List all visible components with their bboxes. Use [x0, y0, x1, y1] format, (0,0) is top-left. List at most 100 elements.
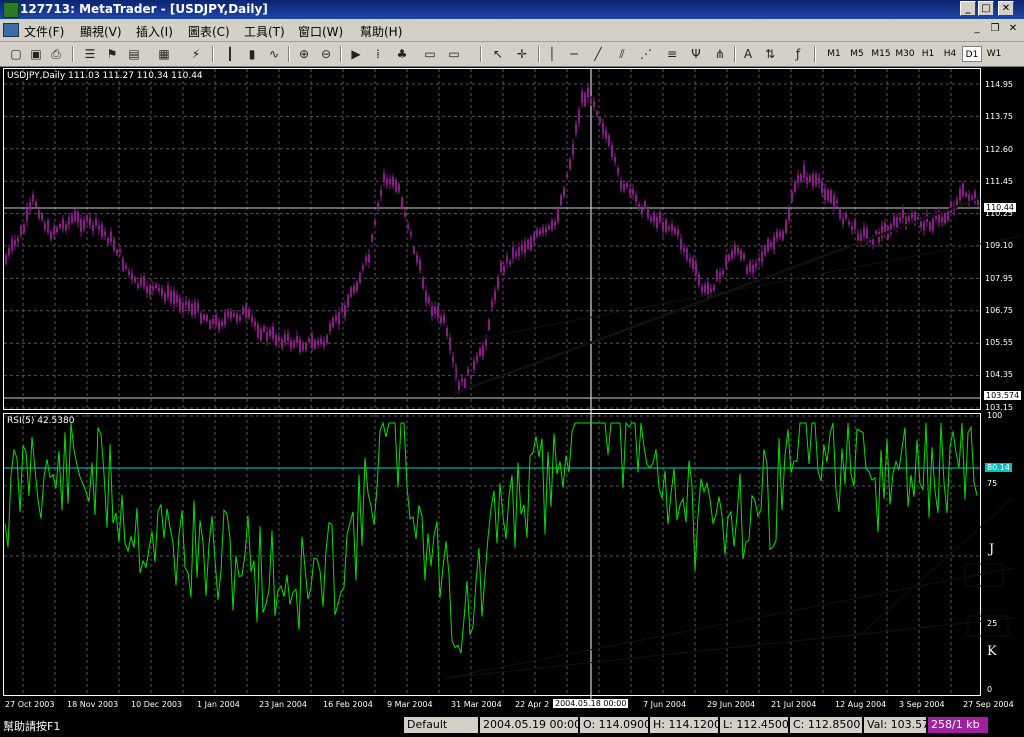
crosshair-icon[interactable]: ✛ — [514, 46, 530, 62]
maximize-button[interactable]: □ — [978, 1, 994, 16]
print-icon[interactable]: ⎙ — [48, 46, 64, 62]
navigator-icon[interactable]: ⚑ — [104, 46, 120, 62]
menu-window[interactable]: 窗口(W) — [298, 23, 343, 40]
window-title: 127713: MetaTrader - [USDJPY,Daily] — [20, 2, 268, 16]
timeframe-h4[interactable]: H4 — [940, 46, 960, 62]
candle-body — [500, 262, 502, 272]
indicators-icon[interactable]: ♣ — [394, 46, 410, 62]
vertical-line-icon[interactable]: │ — [544, 46, 560, 62]
market-watch-icon[interactable]: ☰ — [82, 46, 98, 62]
candle-body — [92, 225, 94, 231]
chart-shift-icon[interactable]: ⁞ — [370, 46, 386, 62]
candle-body — [611, 145, 613, 157]
chart-canvas[interactable] — [3, 68, 1021, 714]
date-tick: 18 Nov 2003 — [67, 700, 119, 709]
candle-body — [11, 238, 13, 251]
candle-body — [794, 181, 796, 192]
candle-body — [56, 227, 58, 232]
chart-window[interactable]: USDJPY,Daily 111.03 111.27 110.34 110.44… — [3, 68, 1022, 714]
menu-tools[interactable]: 工具(T) — [244, 23, 285, 40]
cursor-icon[interactable]: ↖ — [490, 46, 506, 62]
price-tick: 113.75 — [985, 112, 1013, 121]
candle-body — [494, 291, 496, 300]
candle-body — [221, 321, 223, 327]
minimize-button[interactable]: _ — [960, 1, 976, 16]
candle-body — [23, 224, 25, 233]
document-icon[interactable] — [3, 23, 19, 37]
timeframe-m5[interactable]: M5 — [846, 46, 868, 62]
annotation-box-j — [964, 563, 1004, 587]
candle-body — [635, 195, 637, 203]
expert-advisors-icon[interactable]: ⚡ — [188, 46, 204, 62]
candle-body — [158, 287, 160, 292]
candle-body — [251, 316, 253, 323]
timeframe-m15[interactable]: M15 — [870, 46, 892, 62]
menu-charts[interactable]: 圖表(C) — [188, 23, 230, 40]
gann-fan-icon[interactable]: ⋰ — [638, 46, 654, 62]
date-tick: 7 Jun 2004 — [643, 700, 687, 709]
templates-icon[interactable]: ▭ — [446, 46, 462, 62]
menu-view[interactable]: 顯視(V) — [80, 23, 122, 40]
timeframe-h1[interactable]: H1 — [918, 46, 938, 62]
candlestick-icon[interactable]: ▮ — [244, 46, 260, 62]
candle-body — [356, 282, 358, 291]
new-chart-icon[interactable]: ▢ — [8, 46, 24, 62]
text-icon[interactable]: A — [740, 46, 756, 62]
close-button[interactable]: ✕ — [998, 1, 1014, 16]
date-tick: 21 Jul 2004 — [771, 700, 817, 709]
price-pane-frame — [3, 68, 981, 410]
candle-body — [71, 215, 73, 223]
price-tick: 104.35 — [985, 370, 1013, 379]
candle-body — [623, 184, 625, 191]
candle-body — [548, 225, 550, 230]
candle-body — [434, 306, 436, 314]
line-chart-icon[interactable]: ∿ — [266, 46, 282, 62]
zoom-out-icon[interactable]: ⊖ — [318, 46, 334, 62]
terminal-icon[interactable]: ▤ — [126, 46, 142, 62]
annotation-j: J — [989, 542, 995, 557]
candle-body — [911, 214, 913, 218]
candle-body — [350, 287, 352, 297]
zoom-in-icon[interactable]: ⊕ — [296, 46, 312, 62]
candle-body — [206, 314, 208, 322]
timeframe-m30[interactable]: M30 — [894, 46, 916, 62]
trendline-icon[interactable]: ╱ — [590, 46, 606, 62]
candle-body — [680, 238, 682, 250]
periods-icon[interactable]: ▭ — [422, 46, 438, 62]
arrows-icon[interactable]: ⇅ — [762, 46, 778, 62]
menu-insert[interactable]: 插入(I) — [136, 23, 173, 40]
candle-body — [341, 306, 343, 310]
candle-body — [308, 338, 310, 343]
mdi-close-button[interactable]: ✕ — [1006, 23, 1020, 36]
fibonacci-icon[interactable]: ≡ — [664, 46, 680, 62]
tester-icon[interactable]: ▦ — [156, 46, 172, 62]
autoscroll-icon[interactable]: ▶ — [348, 46, 364, 62]
timeframe-m1[interactable]: M1 — [824, 46, 844, 62]
fibonacci-fan-icon[interactable]: ⋔ — [712, 46, 728, 62]
mdi-minimize-button[interactable]: _ — [970, 23, 984, 36]
candle-body — [422, 277, 424, 289]
profile-cell[interactable]: Default — [404, 717, 478, 733]
save-icon[interactable]: ▣ — [28, 46, 44, 62]
candle-body — [830, 189, 832, 203]
function-icon[interactable]: ƒ — [790, 46, 806, 62]
timeframe-w1[interactable]: W1 — [984, 46, 1004, 62]
channel-icon[interactable]: ⫽ — [614, 46, 630, 62]
candle-body — [239, 316, 241, 321]
andrews-pitchfork-icon[interactable]: Ψ — [688, 46, 704, 62]
candle-body — [77, 211, 79, 223]
date-tick: 9 Mar 2004 — [387, 700, 433, 709]
rsi-trendline-upper — [860, 497, 1014, 635]
bar-chart-icon[interactable]: ┃ — [222, 46, 238, 62]
candle-body — [371, 234, 373, 242]
candle-body — [707, 282, 709, 295]
menu-file[interactable]: 文件(F) — [24, 23, 64, 40]
mdi-restore-button[interactable]: ❐ — [988, 23, 1002, 36]
candle-body — [452, 356, 454, 363]
crosshair-date-tag: 2004.05.18 00:00 — [553, 699, 629, 708]
candle-body — [140, 277, 142, 286]
menu-help[interactable]: 幫助(H) — [360, 23, 402, 40]
candle-body — [368, 254, 370, 263]
horizontal-line-icon[interactable]: ─ — [566, 46, 582, 62]
timeframe-d1[interactable]: D1 — [962, 46, 982, 62]
